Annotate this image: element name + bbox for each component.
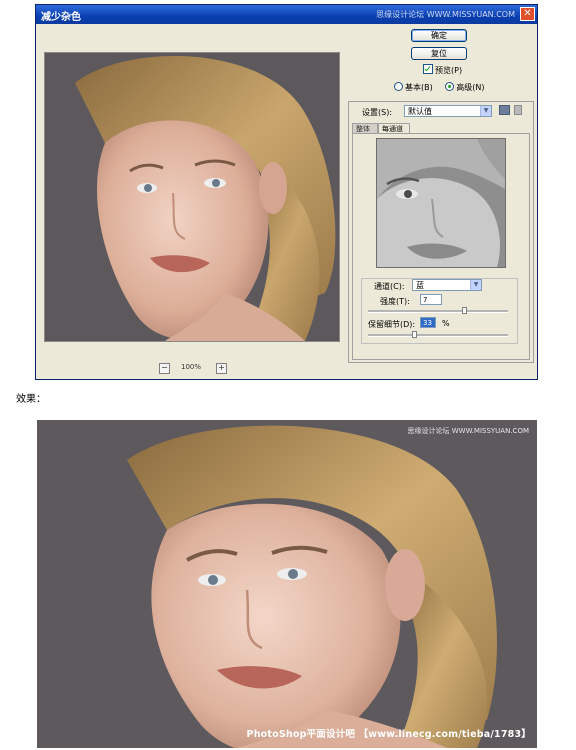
- channel-select[interactable]: 蓝 ▼: [412, 279, 482, 291]
- preserve-slider-handle[interactable]: [412, 331, 417, 338]
- zoom-level: 100%: [181, 363, 202, 371]
- save-settings-icon[interactable]: [499, 105, 510, 115]
- channel-preview-thumbnail[interactable]: [376, 138, 506, 268]
- preview-checkbox[interactable]: 预览(P): [423, 64, 462, 76]
- radio-basic-label: 基本(B): [405, 83, 433, 92]
- close-icon[interactable]: ✕: [520, 7, 535, 21]
- chevron-down-icon[interactable]: ▼: [470, 280, 481, 290]
- reduce-noise-dialog: 减少杂色 思缘设计论坛 WWW.MISSYUAN.COM ✕ − 100% + …: [35, 4, 538, 380]
- radio-advanced-label: 高级(N): [456, 83, 485, 92]
- channel-value: 蓝: [416, 281, 424, 290]
- preserve-detail-slider[interactable]: [368, 331, 508, 338]
- tab-per-channel[interactable]: 每通道: [378, 123, 410, 133]
- strength-slider[interactable]: [368, 307, 508, 314]
- strength-slider-handle[interactable]: [462, 307, 467, 314]
- channel-preview-image: [377, 139, 505, 267]
- settings-value: 默认值: [408, 107, 432, 116]
- ok-button[interactable]: 确定: [411, 29, 467, 42]
- effect-label: 效果：: [16, 394, 46, 405]
- zoom-controls: − 100% +: [36, 363, 346, 377]
- settings-select[interactable]: 默认值 ▼: [404, 105, 492, 117]
- portrait-photo: [45, 53, 339, 341]
- chevron-down-icon[interactable]: ▼: [480, 106, 491, 116]
- title-bar[interactable]: 减少杂色 思缘设计论坛 WWW.MISSYUAN.COM ✕: [36, 5, 537, 24]
- radio-basic[interactable]: 基本(B): [394, 82, 433, 92]
- preserve-detail-label: 保留细节(D):: [368, 320, 416, 329]
- percent-unit: %: [442, 319, 450, 328]
- zoom-in-button[interactable]: +: [216, 363, 227, 374]
- preview-image[interactable]: [44, 52, 340, 342]
- trash-icon[interactable]: [514, 105, 522, 115]
- result-image: 思缘设计论坛 WWW.MISSYUAN.COM PhotoShop平面设计吧 【…: [37, 420, 537, 748]
- per-channel-panel: 通道(C): 蓝 ▼ 强度(T): 7 保留细节(D): 33 %: [352, 133, 530, 360]
- reset-button[interactable]: 复位: [411, 47, 467, 60]
- radio-on-icon[interactable]: [445, 82, 455, 91]
- checkbox-icon[interactable]: [423, 64, 433, 74]
- channel-label: 通道(C):: [374, 282, 405, 291]
- settings-panel: 设置(S): 默认值 ▼ 整体 每通道 通道(C): 蓝 ▼ 强度(T): 7 …: [348, 101, 534, 363]
- source-banner: PhotoShop平面设计吧 【www.linecg.com/tieba/178…: [246, 729, 531, 740]
- preserve-detail-input[interactable]: 33: [420, 317, 436, 328]
- zoom-out-button[interactable]: −: [159, 363, 170, 374]
- strength-input[interactable]: 7: [420, 294, 442, 305]
- channel-options-group: 通道(C): 蓝 ▼ 强度(T): 7 保留细节(D): 33 %: [361, 278, 518, 344]
- preview-label: 预览(P): [435, 66, 463, 75]
- result-portrait-photo: [37, 420, 537, 748]
- strength-label: 强度(T):: [380, 297, 410, 306]
- dialog-title: 减少杂色: [41, 12, 81, 23]
- radio-advanced[interactable]: 高级(N): [445, 82, 485, 92]
- radio-off-icon[interactable]: [394, 82, 403, 91]
- mode-radio-group: 基本(B) 高级(N): [394, 82, 485, 93]
- watermark-text: 思缘设计论坛 WWW.MISSYUAN.COM: [376, 10, 515, 19]
- result-watermark: 思缘设计论坛 WWW.MISSYUAN.COM: [407, 427, 530, 435]
- settings-label: 设置(S):: [362, 108, 393, 117]
- tab-overall[interactable]: 整体: [352, 123, 378, 133]
- tab-strip: 整体 每通道: [352, 123, 530, 133]
